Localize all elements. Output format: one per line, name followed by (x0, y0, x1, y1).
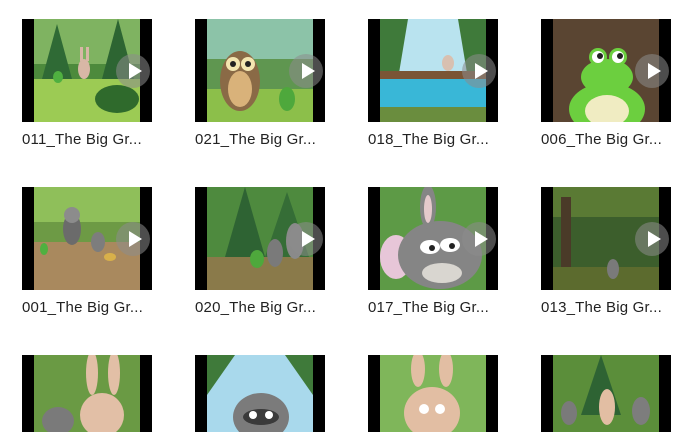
play-icon[interactable] (116, 221, 150, 256)
play-icon[interactable] (116, 53, 150, 88)
video-filename[interactable]: 018_The Big Gr... (368, 131, 528, 148)
play-icon[interactable] (289, 221, 323, 256)
video-filename[interactable]: 017_The Big Gr... (368, 299, 528, 316)
play-icon[interactable] (635, 53, 669, 88)
play-icon[interactable] (462, 53, 496, 88)
video-thumbnail[interactable] (22, 355, 152, 432)
play-icon[interactable] (635, 221, 669, 256)
video-thumbnail[interactable] (368, 355, 498, 432)
video-thumbnail[interactable] (22, 187, 152, 290)
play-icon[interactable] (462, 221, 496, 256)
video-thumbnail[interactable] (195, 187, 325, 290)
play-icon[interactable] (289, 53, 323, 88)
video-thumbnail[interactable] (195, 355, 325, 432)
video-thumbnail[interactable] (541, 187, 671, 290)
video-thumbnail[interactable] (195, 19, 325, 122)
video-filename[interactable]: 011_The Big Gr... (22, 131, 182, 148)
video-filename[interactable]: 021_The Big Gr... (195, 131, 355, 148)
video-thumbnail[interactable] (541, 19, 671, 122)
video-filename[interactable]: 013_The Big Gr... (541, 299, 688, 316)
video-thumbnail[interactable] (368, 187, 498, 290)
video-thumbnail[interactable] (541, 355, 671, 432)
video-filename[interactable]: 006_The Big Gr... (541, 131, 688, 148)
video-filename[interactable]: 020_The Big Gr... (195, 299, 355, 316)
video-filename[interactable]: 001_The Big Gr... (22, 299, 182, 316)
video-thumbnail[interactable] (368, 19, 498, 122)
video-thumbnail[interactable] (22, 19, 152, 122)
video-thumbnail-grid: 011_The Big Gr... 021_The Big Gr... 018_… (0, 0, 688, 432)
